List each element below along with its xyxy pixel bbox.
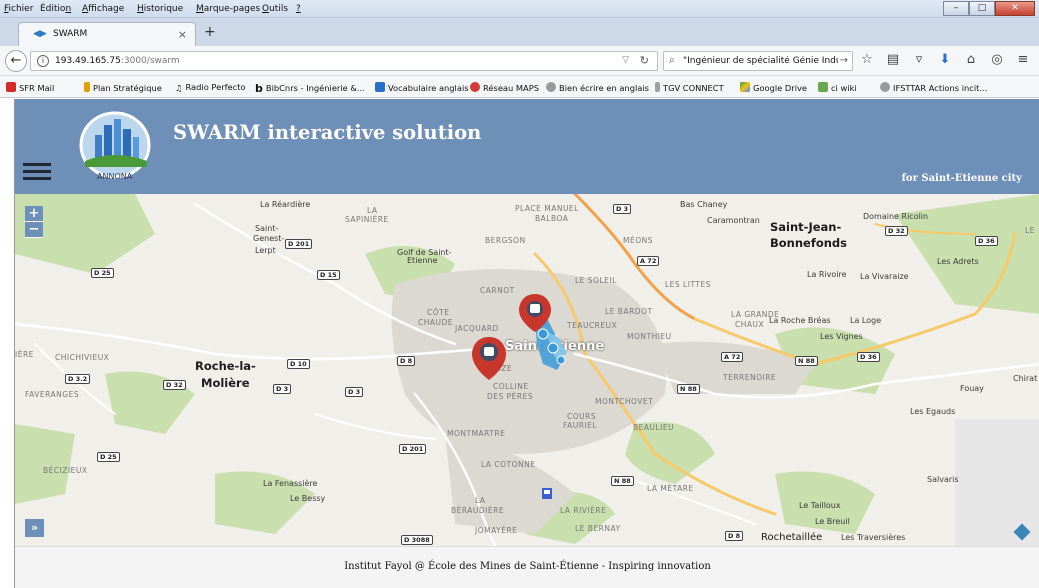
search-bar[interactable]: ⌕ "Ingénieur de spécialité Génie Industr… — [663, 51, 853, 71]
bus-stop-icon[interactable] — [542, 488, 552, 499]
menu-icon[interactable]: ≡ — [1016, 52, 1030, 67]
toolbar-icons: ☆ ▤ ▿ ⬇ ⌂ ◎ ≡ — [860, 52, 1030, 67]
plan-icon — [84, 82, 90, 92]
tgv-icon — [655, 82, 660, 92]
back-button[interactable]: ← — [5, 50, 27, 72]
menu-edition[interactable]: Édition — [40, 4, 71, 14]
bookmark-sfr-mail[interactable]: SFR Mail — [6, 82, 54, 93]
zoom-out-button[interactable]: − — [25, 222, 43, 238]
bookmark-ifsttar[interactable]: IFSTTAR Actions incit... — [880, 82, 987, 93]
tab-swarm[interactable]: ◀▶ SWARM × — [18, 22, 196, 46]
google-drive-icon — [740, 82, 750, 92]
bookmark-ci-wiki[interactable]: ci wiki — [818, 82, 857, 93]
bus-marker[interactable] — [472, 337, 506, 380]
expand-panel-button[interactable]: » — [25, 519, 44, 537]
app-subtitle: for Saint-Etienne city — [901, 173, 1022, 184]
menu-historique[interactable]: Historique — [137, 4, 183, 14]
bookmark-radio-perfecto[interactable]: ♫ Radio Perfecto — [175, 82, 246, 93]
bookmark-plan-strategique[interactable]: Plan Stratégique — [84, 82, 162, 93]
menu-marque-pages[interactable]: Marque-pages — [196, 4, 260, 14]
reload-icon[interactable]: ↻ — [640, 54, 649, 67]
navigation-bar: ← i 193.49.165.75:3000/swarm ▽ ↻ ⌕ "Ingé… — [0, 46, 1039, 76]
zoom-controls: + − — [25, 206, 43, 238]
vocabulaire-icon — [375, 82, 385, 92]
bookmark-vocabulaire[interactable]: Vocabulaire anglais — [375, 82, 469, 93]
star-icon[interactable]: ☆ — [860, 52, 874, 67]
tab-title: SWARM — [53, 29, 88, 39]
sync-icon[interactable]: ◎ — [990, 52, 1004, 67]
search-text: "Ingénieur de spécialité Génie Industri — [683, 56, 838, 66]
zoom-in-button[interactable]: + — [25, 206, 43, 222]
minimize-icon[interactable]: – — [943, 1, 969, 16]
download-icon[interactable]: ⬇ — [938, 52, 952, 67]
sfr-icon — [6, 82, 16, 92]
hamburger-menu-icon[interactable] — [23, 163, 51, 181]
menu-help[interactable]: ? — [296, 4, 301, 14]
bookmark-google-drive[interactable]: Google Drive — [740, 82, 807, 93]
app-title: SWARM interactive solution — [173, 121, 482, 144]
footer-text: Institut Fayol @ École des Mines de Sain… — [344, 561, 711, 572]
info-icon[interactable]: i — [37, 55, 49, 67]
bookmark-reseau-maps[interactable]: Réseau MAPS — [470, 82, 539, 93]
logo-text: ANNONA — [97, 172, 133, 181]
music-icon: ♫ — [175, 83, 183, 93]
menu-outils[interactable]: Outils — [262, 4, 288, 14]
swarm-favicon-icon: ◀▶ — [33, 29, 47, 39]
pocket-icon[interactable]: ▿ — [912, 52, 926, 67]
menu-fichier[interactable]: Fichier — [4, 4, 33, 14]
close-window-icon[interactable]: ✕ — [995, 1, 1035, 16]
home-icon[interactable]: ⌂ — [964, 52, 978, 67]
app-header: ANNONA SWARM interactive solution for Sa… — [15, 99, 1039, 194]
search-icon: ⌕ — [669, 55, 675, 66]
url-dropdown-icon[interactable]: ▽ — [622, 55, 629, 65]
bookmarks-bar: SFR Mail Plan Stratégique ♫ Radio Perfect… — [0, 76, 1039, 98]
close-tab-icon[interactable]: × — [178, 28, 187, 41]
bookmark-bien-ecrire[interactable]: Bien écrire en anglais — [546, 82, 649, 93]
reading-list-icon[interactable]: ▤ — [886, 52, 900, 67]
page-footer: Institut Fayol @ École des Mines de Sain… — [15, 546, 1039, 588]
window-controls: – □ ✕ — [943, 1, 1035, 16]
bibcnrs-icon: b — [255, 82, 263, 95]
url-text: 193.49.165.75:3000/swarm — [55, 56, 180, 66]
new-tab-button[interactable]: + — [204, 24, 216, 40]
bookmark-tgv-connect[interactable]: TGV CONNECT — [655, 82, 724, 93]
menu-affichage[interactable]: Affichage — [82, 4, 124, 14]
search-go-icon[interactable]: → — [840, 55, 848, 66]
annona-logo: ANNONA — [79, 111, 151, 181]
tab-bar: ◀▶ SWARM × + — [0, 18, 1039, 46]
wiki-icon — [818, 82, 828, 92]
globe-icon — [546, 82, 556, 92]
bookmark-bibcnrs[interactable]: b BibCnrs - Ingénierie &... — [255, 82, 365, 95]
url-bar[interactable]: i 193.49.165.75:3000/swarm ▽ ↻ — [30, 51, 658, 71]
globe-icon — [880, 82, 890, 92]
menu-bar: Fichier Édition Affichage Historique Mar… — [0, 0, 1039, 18]
web-page: ANNONA SWARM interactive solution for Sa… — [14, 99, 1039, 588]
map-view[interactable]: La Réardière Saint- Genest- Lerpt Golf d… — [15, 194, 1039, 546]
markers-layer — [472, 294, 567, 499]
maximize-icon[interactable]: □ — [969, 1, 995, 16]
maps-pin-icon — [470, 82, 480, 92]
